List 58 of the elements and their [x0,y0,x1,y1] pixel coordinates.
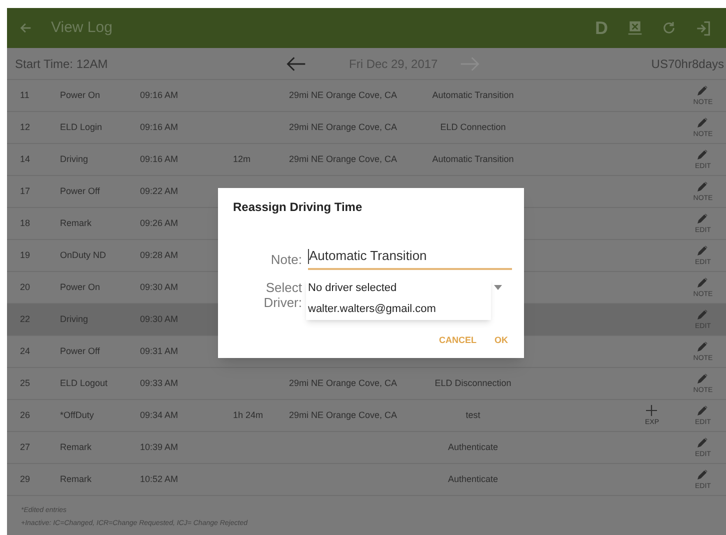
event-origin: Automatic Transition [432,90,514,100]
event-type: Remark [60,216,93,230]
event-type: Power On [60,280,102,294]
event-type: Power Off [60,184,101,198]
event-type: ELD Logout [60,376,109,390]
row-number: 27 [20,440,32,454]
start-time-label: Start Time: 12AM [15,56,109,72]
event-type: Remark [60,472,93,486]
event-type: *OffDuty [60,408,95,422]
event-type: Power Off [60,344,101,358]
event-time: 09:28 AM [140,248,180,262]
event-time: 09:22 AM [140,184,180,198]
event-type: Driving [60,312,90,326]
row-number: 29 [20,472,32,486]
screen-title: View Log [51,18,112,38]
row-number: 12 [20,120,32,134]
event-duration: 12m [233,154,251,164]
row-number: 14 [20,152,32,166]
event-time: 09:30 AM [140,280,180,294]
event-time: 09:16 AM [140,88,180,102]
row-number: 25 [20,376,32,390]
event-time: 10:39 AM [140,440,180,454]
event-time: 09:26 AM [140,216,180,230]
row-number: 24 [20,344,32,358]
row-number: 11 [20,88,30,102]
event-time: 09:16 AM [140,120,180,134]
note-label: Note: [270,251,302,269]
event-duration: 1h 24m [233,410,264,420]
row-number: 18 [20,216,32,230]
event-type: ELD Login [60,120,104,134]
event-time: 09:16 AM [140,152,180,166]
row-number: 17 [20,184,32,198]
event-type: Power On [60,88,102,102]
row-number: 22 [20,312,32,326]
event-time: 09:31 AM [140,344,180,358]
row-number: 26 [20,408,32,422]
event-origin: Authenticate [448,474,498,484]
row-number: 20 [20,280,32,294]
event-time: 09:34 AM [140,408,180,422]
event-origin: Automatic Transition [432,154,514,164]
event-origin: ELD Disconnection [434,378,512,388]
event-location: 29mi NE Orange Cove, CA [288,410,398,420]
event-type: Remark [60,440,93,454]
event-type: OnDuty ND [60,248,108,262]
dialog-title: Reassign Driving Time [233,199,362,216]
event-time: 09:33 AM [140,376,180,390]
event-location: 29mi NE Orange Cove, CA [288,90,398,100]
rule-set-label: US70hr8days [651,56,724,72]
event-origin: ELD Connection [440,122,506,132]
event-location: 29mi NE Orange Cove, CA [288,378,398,388]
event-location: 29mi NE Orange Cove, CA [288,154,398,164]
event-origin: test [466,410,480,420]
event-location: 29mi NE Orange Cove, CA [288,122,398,132]
event-time: 09:30 AM [140,312,180,326]
event-origin: Authenticate [448,442,498,452]
event-type: Driving [60,152,90,166]
row-number: 19 [20,248,32,262]
event-time: 10:52 AM [140,472,180,486]
